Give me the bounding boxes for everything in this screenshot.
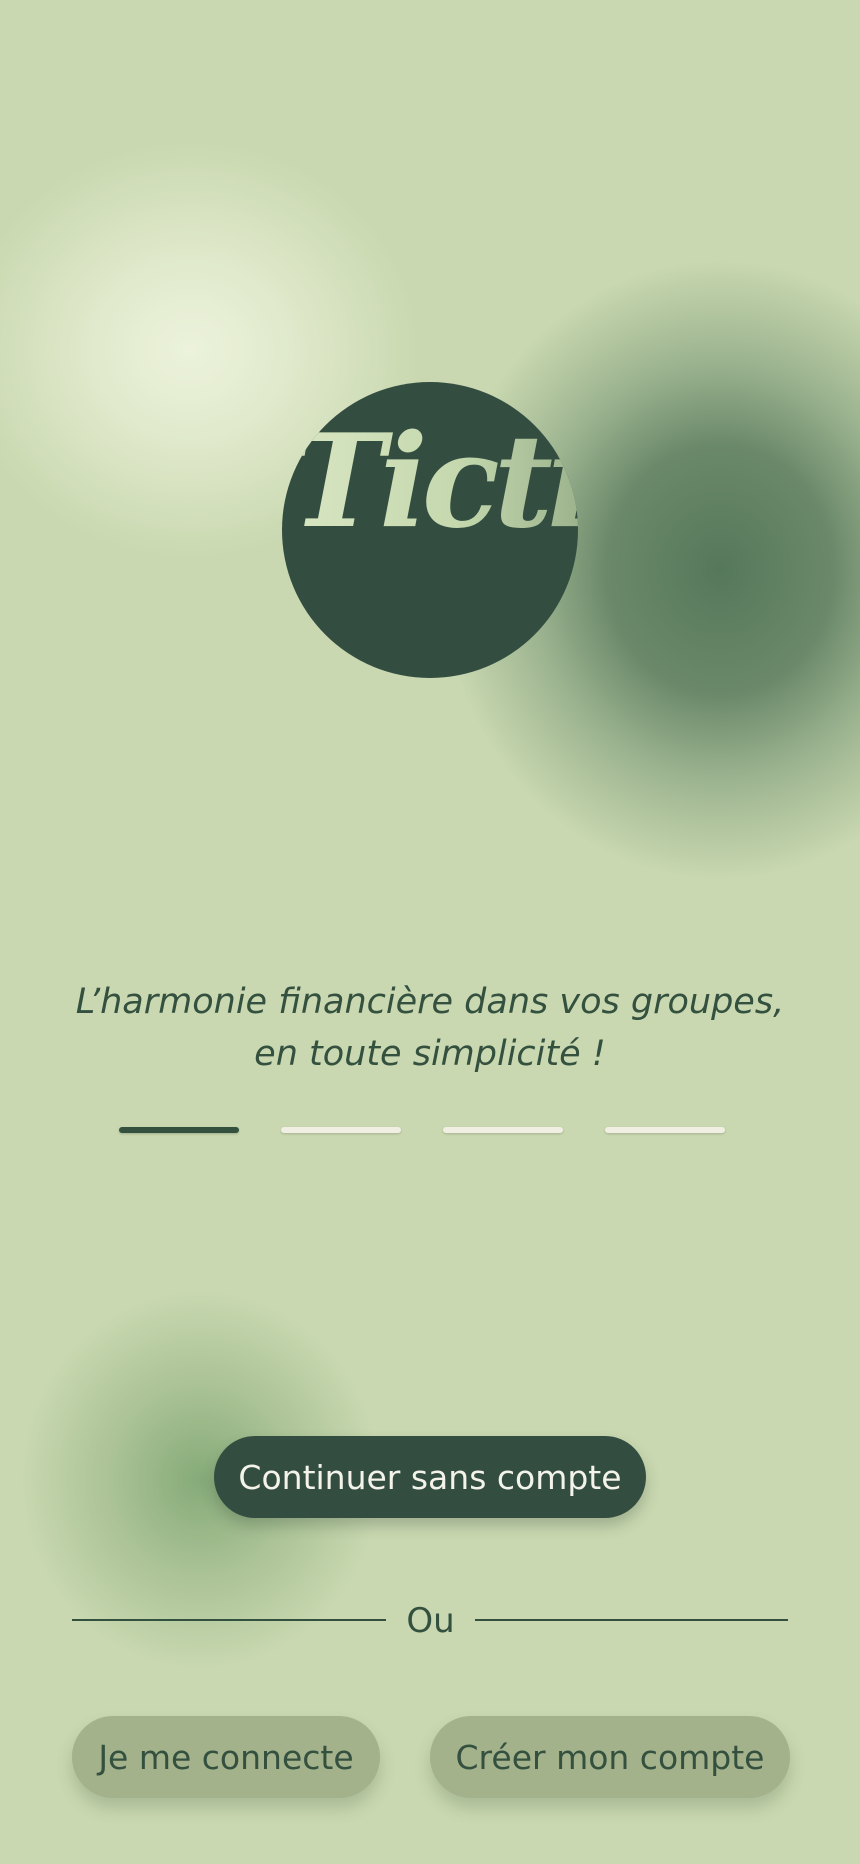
or-label: Ou <box>406 1601 455 1641</box>
page-indicator-dot-1[interactable] <box>119 1127 239 1133</box>
signup-button[interactable]: Créer mon compte <box>430 1716 790 1798</box>
tagline: L’harmonie financière dans vos groupes, e… <box>75 982 785 1074</box>
page-indicator-dot-4[interactable] <box>605 1127 725 1133</box>
page-indicator-dot-3[interactable] <box>443 1127 563 1133</box>
continue-without-account-button[interactable]: Continuer sans compte <box>214 1436 646 1518</box>
page-indicator-dot-2[interactable] <box>281 1127 401 1133</box>
or-divider: Ou <box>72 1594 788 1648</box>
page-indicator <box>0 1127 860 1135</box>
logo-wordmark: Tictic <box>290 418 578 546</box>
divider-line-left <box>72 1619 386 1621</box>
divider-line-right <box>475 1619 788 1621</box>
login-button[interactable]: Je me connecte <box>72 1716 380 1798</box>
onboarding-screen: Tictic L’harmonie financière dans vos gr… <box>0 0 860 1864</box>
app-logo: Tictic <box>282 382 578 678</box>
